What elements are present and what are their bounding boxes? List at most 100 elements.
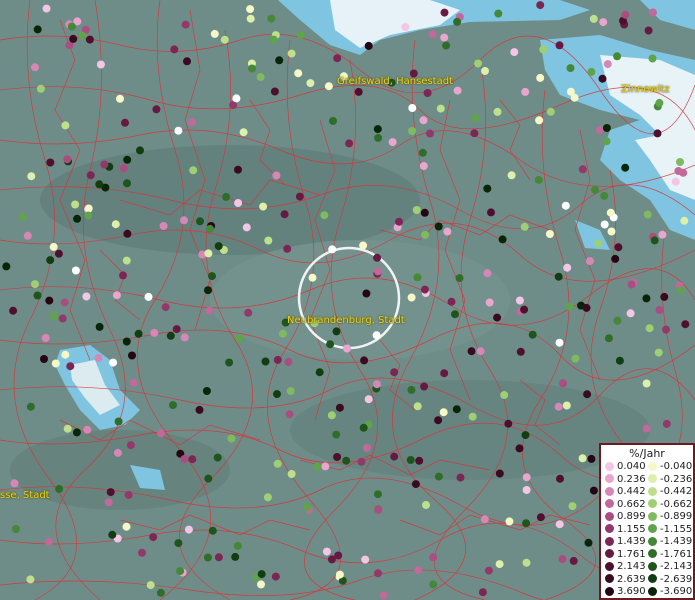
measurement-point [471, 114, 480, 123]
measurement-point [248, 64, 256, 73]
measurement-point [31, 63, 39, 72]
measurement-point [359, 241, 368, 250]
measurement-point [676, 286, 685, 295]
measurement-point [626, 309, 635, 318]
measurement-point [440, 8, 449, 17]
measurement-point [447, 297, 456, 306]
measurement-point [45, 296, 54, 305]
measurement-point [188, 455, 197, 464]
measurement-point [222, 192, 231, 201]
measurement-point [239, 128, 248, 137]
measurement-point [413, 273, 422, 282]
measurement-point [58, 314, 67, 323]
measurement-point [395, 217, 403, 226]
measurement-point [128, 351, 136, 360]
measurement-point [109, 358, 118, 367]
legend-swatch [648, 561, 657, 571]
legend-swatch [648, 524, 657, 533]
measurement-point [270, 87, 279, 96]
measurement-point [536, 1, 545, 10]
measurement-point [498, 235, 507, 244]
legend-label: -0.442 [660, 486, 693, 497]
measurement-point [119, 271, 127, 280]
measurement-point [406, 456, 415, 464]
measurement-point [420, 208, 429, 217]
measurement-point [134, 329, 143, 338]
measurement-point [72, 428, 81, 437]
legend-entry-negative: -0.236 [648, 474, 692, 486]
measurement-point [568, 502, 577, 511]
measurement-point [121, 118, 129, 127]
measurement-point [345, 139, 354, 148]
legend-entry-positive: 0.040 [605, 461, 646, 473]
measurement-point [467, 347, 476, 356]
legend-swatch [605, 586, 614, 596]
measurement-point [261, 357, 270, 366]
legend-title: %/Jahr [629, 447, 665, 460]
legend-swatch [605, 499, 614, 508]
measurement-point [434, 416, 443, 425]
measurement-point [563, 263, 572, 272]
measurement-point [18, 213, 27, 222]
measurement-point [10, 479, 19, 488]
measurement-point [31, 280, 39, 289]
measurement-point [259, 202, 268, 211]
measurement-point [287, 49, 296, 58]
measurement-point [54, 249, 63, 258]
measurement-point [373, 125, 382, 134]
measurement-point [360, 356, 369, 365]
measurement-point [422, 501, 430, 509]
measurement-point [342, 456, 351, 465]
measurement-point [545, 230, 554, 238]
place-label-west: sse, Stadt [0, 490, 50, 501]
measurement-point [327, 411, 336, 420]
measurement-point [443, 227, 452, 236]
measurement-point [332, 327, 341, 336]
measurement-point [202, 387, 211, 395]
legend-swatch [605, 474, 614, 483]
measurement-point [46, 158, 55, 167]
legend-entry-negative: -1.761 [648, 549, 692, 561]
measurement-point [104, 498, 113, 507]
measurement-point [614, 243, 623, 252]
measurement-point [82, 292, 91, 301]
measurement-point [204, 286, 212, 295]
legend-swatch [605, 561, 614, 571]
measurement-point [611, 254, 620, 263]
measurement-point [335, 403, 344, 412]
measurement-point [227, 434, 236, 443]
measurement-point [539, 45, 548, 54]
measurement-point [455, 274, 464, 283]
measurement-point [600, 191, 609, 200]
measurement-point [373, 253, 382, 262]
measurement-point [36, 84, 45, 93]
measurement-point [589, 14, 598, 23]
measurement-point [415, 456, 424, 465]
measurement-point [359, 423, 368, 432]
measurement-point [114, 417, 123, 426]
measurement-point [166, 331, 175, 340]
measurement-point [343, 344, 351, 353]
legend-label: -2.639 [660, 573, 693, 585]
measurement-point [33, 25, 42, 34]
measurement-point [582, 303, 591, 312]
measurement-point [196, 217, 204, 226]
measurement-point [468, 412, 477, 421]
measurement-point [520, 222, 529, 231]
measurement-point [320, 211, 329, 220]
legend-swatch [648, 574, 657, 583]
map-canvas[interactable] [0, 0, 695, 600]
measurement-point [680, 216, 689, 225]
measurement-point [150, 328, 159, 337]
measurement-point [660, 292, 669, 301]
measurement-point [113, 448, 122, 457]
measurement-point [374, 267, 382, 276]
measurement-point [100, 160, 109, 169]
measurement-point [648, 54, 657, 63]
measurement-point [591, 185, 600, 194]
measurement-point [536, 73, 545, 82]
measurement-point [516, 347, 525, 356]
legend: %/Jahr 0.040 -0.040 0.236 -0.236 0.442 -0.442… [599, 443, 695, 600]
measurement-point [364, 395, 373, 404]
measurement-point [681, 320, 690, 329]
